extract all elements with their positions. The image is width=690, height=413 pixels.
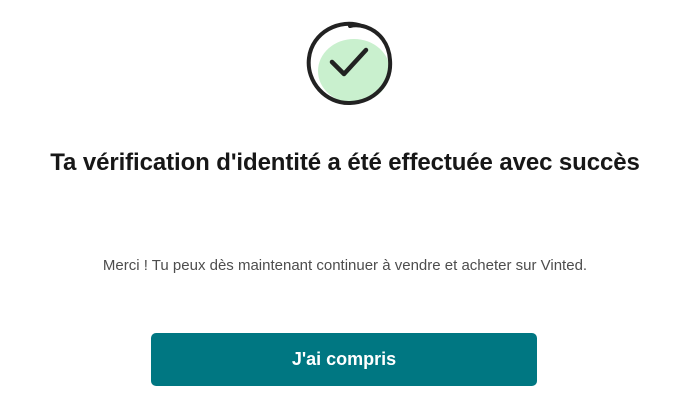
checkmark-circle-icon: [306, 21, 393, 106]
success-title: Ta vérification d'identité a été effectu…: [50, 149, 640, 176]
success-message: Merci ! Tu peux dès maintenant continuer…: [102, 257, 588, 274]
success-illustration: [300, 14, 396, 110]
confirm-button[interactable]: J'ai compris: [151, 333, 537, 386]
